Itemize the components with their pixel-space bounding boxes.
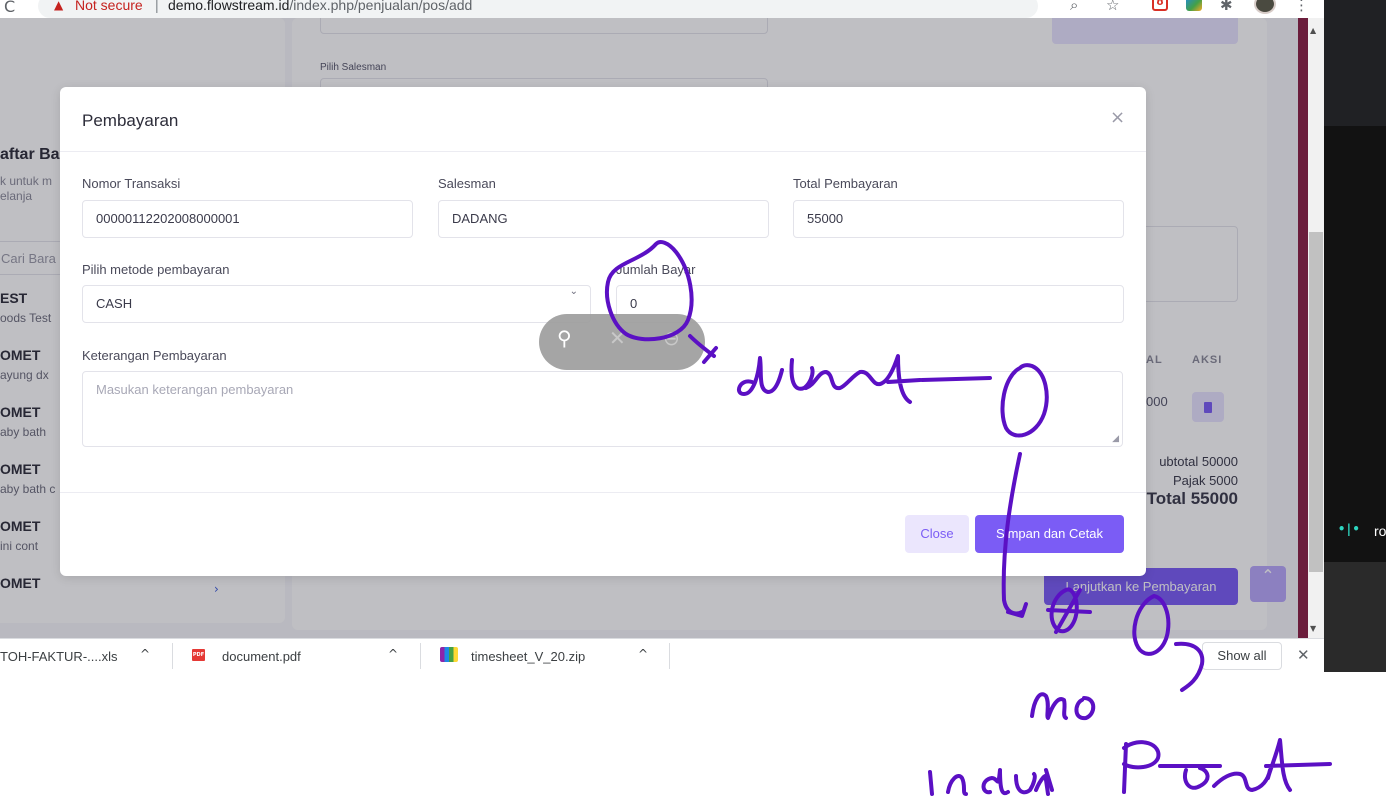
close-icon[interactable]: ✕ — [1297, 646, 1310, 664]
amount-paid-field[interactable]: 0 — [616, 285, 1124, 323]
scroll-down-icon[interactable]: ▼ — [1310, 624, 1316, 633]
payment-method-select[interactable]: CASH ⌄ — [82, 285, 591, 323]
browser-toolbar: C ▲ Not secure | demo.flowstream.id/inde… — [0, 0, 1386, 18]
downloads-bar: TOH-FAKTUR-....xls ^ PDF document.pdf ^ … — [0, 638, 1324, 672]
mute-icon[interactable]: ✕ — [609, 326, 626, 350]
page-accent-strip — [1298, 18, 1308, 638]
salesman-field[interactable]: DADANG — [438, 200, 769, 238]
zoom-icon[interactable]: ⌕ — [1070, 0, 1078, 14]
url-host: demo.flowstream.id — [168, 0, 290, 13]
side-panel: •|• ro — [1324, 0, 1386, 672]
warning-icon: ▲ — [54, 0, 64, 12]
url-path: /index.php/penjualan/pos/add — [289, 0, 473, 13]
chevron-up-icon[interactable]: ^ — [638, 647, 648, 661]
salesman-label: Salesman — [438, 176, 496, 191]
download-item-pdf[interactable]: document.pdf — [222, 649, 301, 664]
download-item-xls[interactable]: TOH-FAKTUR-....xls — [0, 649, 117, 664]
zip-icon — [440, 647, 458, 662]
star-icon[interactable]: ☆ — [1106, 0, 1119, 14]
scroll-up-icon[interactable]: ▲ — [1310, 26, 1316, 35]
recording-label: ro — [1374, 523, 1386, 539]
close-icon[interactable]: × — [1110, 107, 1125, 128]
chevron-up-icon[interactable]: ^ — [388, 647, 398, 661]
show-all-button[interactable]: Show all — [1202, 642, 1282, 670]
menu-icon[interactable]: ⋮ — [1294, 0, 1309, 14]
url-text[interactable]: demo.flowstream.id/index.php/penjualan/p… — [168, 0, 472, 13]
resize-handle-icon[interactable]: ◢ — [1112, 434, 1119, 444]
divider — [60, 151, 1146, 152]
payment-note-placeholder: Masukan keterangan pembayaran — [96, 382, 294, 397]
amount-paid-label: Jumlah Bayar — [616, 262, 696, 277]
reload-icon[interactable]: C — [4, 0, 15, 16]
chevron-up-icon[interactable]: ^ — [140, 647, 150, 661]
payment-method-label: Pilih metode pembayaran — [82, 262, 230, 277]
download-item-zip[interactable]: timesheet_V_20.zip — [471, 649, 585, 664]
ink-word-no — [1030, 692, 1096, 721]
divider — [60, 492, 1146, 493]
transaction-number-label: Nomor Transaksi — [82, 176, 181, 191]
extension-image-icon[interactable] — [1186, 0, 1202, 11]
minus-icon[interactable]: ⊖ — [663, 326, 680, 350]
ink-word-induk — [928, 768, 1054, 796]
scrollbar-thumb[interactable] — [1309, 232, 1323, 572]
payment-note-label: Keterangan Pembayaran — [82, 348, 227, 363]
ink-word-pajak — [1122, 738, 1332, 794]
avatar[interactable] — [1254, 0, 1276, 14]
recording-icon: •|• — [1338, 522, 1360, 536]
save-and-print-button[interactable]: Simpan dan Cetak — [975, 515, 1124, 553]
puzzle-icon[interactable]: ✱ — [1220, 0, 1233, 14]
pin-icon[interactable]: ⚲ — [557, 326, 572, 350]
total-payment-field[interactable]: 55000 — [793, 200, 1124, 238]
pdf-icon: PDF — [192, 649, 205, 661]
url-separator: | — [155, 0, 159, 13]
transaction-number-field[interactable]: 00000112202008000001 — [82, 200, 413, 238]
payment-method-value: CASH — [96, 296, 133, 311]
annotation-toolbar: ⚲ ✕ ⊖ — [539, 314, 705, 370]
close-button[interactable]: Close — [905, 515, 969, 553]
payment-note-textarea[interactable]: Masukan keterangan pembayaran ◢ — [82, 371, 1123, 447]
total-payment-label: Total Pembayaran — [793, 176, 898, 191]
extension-icon[interactable]: ʊ — [1152, 0, 1168, 11]
chevron-down-icon: ⌄ — [569, 286, 578, 297]
modal-title: Pembayaran — [82, 111, 179, 130]
not-secure-label[interactable]: Not secure — [75, 0, 143, 13]
